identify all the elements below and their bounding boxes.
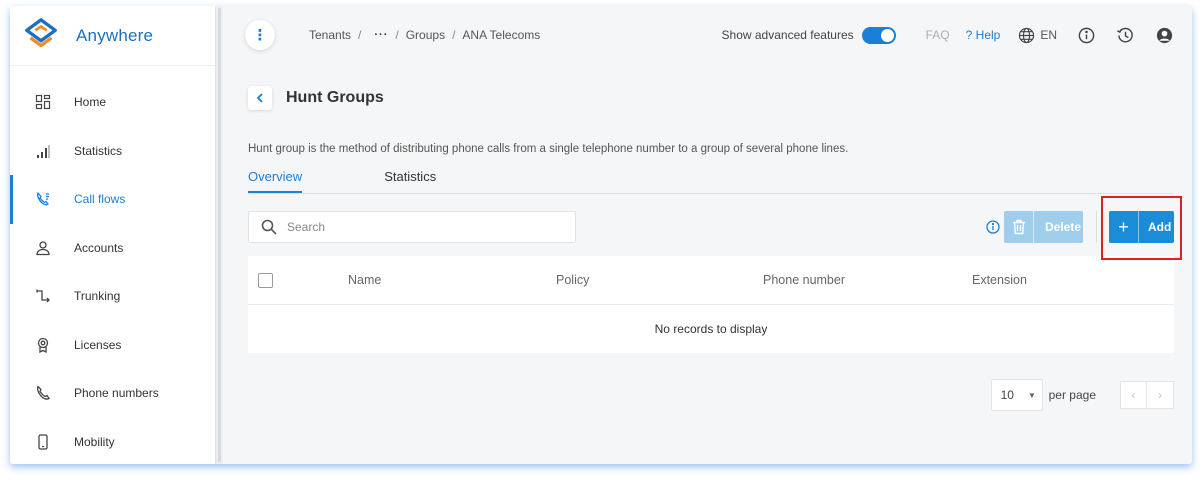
history-icon[interactable] bbox=[1116, 26, 1135, 45]
next-page-button[interactable]: › bbox=[1147, 381, 1174, 409]
help-link[interactable]: ? Help bbox=[966, 28, 1001, 42]
tab-overview[interactable]: Overview bbox=[248, 169, 303, 193]
tab-statistics[interactable]: Statistics bbox=[384, 169, 436, 193]
grid-icon bbox=[34, 93, 52, 111]
page-header: Hunt Groups bbox=[248, 86, 1174, 110]
table-header: Name Policy Phone number Extension bbox=[248, 256, 1174, 305]
sidebar-item-accounts[interactable]: Accounts bbox=[10, 224, 215, 273]
breadcrumb-ellipsis[interactable]: ··· bbox=[374, 29, 388, 41]
sidebar-item-phone-numbers[interactable]: Phone numbers bbox=[10, 369, 215, 418]
info-icon[interactable] bbox=[986, 220, 1000, 234]
breadcrumb-separator: / bbox=[395, 28, 399, 42]
pagination: 10 ▼ per page ‹ › bbox=[990, 379, 1174, 411]
trunk-icon bbox=[34, 287, 52, 305]
search-icon bbox=[261, 219, 277, 235]
call-flow-icon bbox=[34, 190, 52, 208]
sidebar-item-label: Mobility bbox=[74, 434, 115, 449]
faq-link[interactable]: FAQ bbox=[926, 28, 950, 42]
select-all-checkbox[interactable] bbox=[258, 272, 273, 288]
sidebar-scrollbar-thumb[interactable] bbox=[218, 8, 221, 462]
globe-icon bbox=[1019, 27, 1035, 43]
sidebar-item-label: Statistics bbox=[74, 143, 123, 158]
breadcrumb-separator: / bbox=[452, 28, 456, 42]
sidebar: Anywhere Home Statistics Call flows Acco… bbox=[10, 6, 215, 464]
sidebar-nav: Home Statistics Call flows Accounts Trun… bbox=[10, 78, 215, 464]
sidebar-item-label: Licenses bbox=[74, 337, 122, 352]
sidebar-item-label: Call flows bbox=[74, 192, 126, 207]
bar-chart-icon bbox=[34, 142, 52, 160]
tabs: Overview Statistics bbox=[248, 169, 1174, 194]
logo-icon bbox=[25, 17, 57, 47]
page-nav: ‹ › bbox=[1120, 381, 1174, 409]
hunt-groups-table: Name Policy Phone number Extension No re… bbox=[248, 256, 1174, 353]
sidebar-item-label: Accounts bbox=[74, 240, 124, 255]
topbar-actions: Show advanced features FAQ ? Help EN bbox=[722, 6, 1174, 64]
back-button[interactable] bbox=[248, 86, 272, 110]
search-box[interactable] bbox=[248, 211, 576, 243]
main-content: Hunt Groups Hunt group is the method of … bbox=[248, 86, 1182, 411]
brand[interactable]: Anywhere bbox=[10, 6, 215, 66]
page-size-value: 10 bbox=[1000, 388, 1014, 402]
app-window: Anywhere Home Statistics Call flows Acco… bbox=[10, 6, 1192, 464]
info-icon[interactable] bbox=[1077, 26, 1096, 45]
page-description: Hunt group is the method of distributing… bbox=[248, 143, 849, 155]
prev-page-button[interactable]: ‹ bbox=[1120, 381, 1147, 409]
advanced-features-label: Show advanced features bbox=[721, 28, 854, 42]
toolbar: Delete + Add bbox=[248, 196, 1182, 260]
breadcrumb-groups[interactable]: Groups bbox=[406, 28, 445, 42]
delete-button[interactable]: Delete bbox=[1004, 211, 1083, 243]
caret-down-icon: ▼ bbox=[1027, 390, 1036, 400]
breadcrumb-separator: / bbox=[358, 28, 362, 42]
per-page-label: per page bbox=[1048, 388, 1096, 402]
topbar: ⋮ Tenants / ··· / Groups / ANA Telecoms … bbox=[223, 6, 1192, 64]
breadcrumb-current: ANA Telecoms bbox=[462, 28, 541, 42]
add-button-highlight bbox=[1101, 196, 1182, 260]
mobile-icon bbox=[34, 433, 52, 451]
sidebar-item-call-flows[interactable]: Call flows bbox=[10, 175, 215, 224]
breadcrumb-tenants[interactable]: Tenants bbox=[309, 28, 351, 42]
column-header-name[interactable]: Name bbox=[348, 273, 381, 287]
sidebar-scrollbar[interactable] bbox=[215, 6, 223, 464]
column-header-extension[interactable]: Extension bbox=[972, 273, 1027, 287]
advanced-features-toggle[interactable] bbox=[861, 26, 896, 44]
user-icon bbox=[34, 239, 52, 257]
account-icon[interactable] bbox=[1155, 26, 1174, 45]
sidebar-item-label: Home bbox=[74, 95, 107, 110]
sidebar-item-label: Phone numbers bbox=[74, 386, 159, 401]
sidebar-item-label: Trunking bbox=[74, 289, 121, 304]
more-menu-button[interactable]: ⋮ bbox=[245, 20, 275, 50]
language-code: EN bbox=[1040, 28, 1057, 42]
page-size-select[interactable]: 10 ▼ bbox=[990, 379, 1043, 411]
sidebar-item-statistics[interactable]: Statistics bbox=[10, 127, 215, 176]
empty-state: No records to display bbox=[654, 322, 768, 336]
brand-name: Anywhere bbox=[76, 25, 154, 45]
language-selector[interactable]: EN bbox=[1018, 27, 1057, 44]
page-title: Hunt Groups bbox=[286, 89, 384, 106]
chevron-left-icon bbox=[256, 93, 263, 103]
breadcrumb: Tenants / ··· / Groups / ANA Telecoms bbox=[309, 28, 540, 42]
sidebar-item-home[interactable]: Home bbox=[10, 78, 215, 127]
column-header-policy[interactable]: Policy bbox=[556, 273, 589, 287]
search-input[interactable] bbox=[287, 220, 557, 234]
sidebar-item-mobility[interactable]: Mobility bbox=[10, 418, 215, 465]
sidebar-item-trunking[interactable]: Trunking bbox=[10, 272, 215, 321]
column-header-phone-number[interactable]: Phone number bbox=[763, 273, 845, 287]
toolbar-divider bbox=[1096, 211, 1097, 243]
phone-icon bbox=[34, 384, 52, 402]
license-icon bbox=[34, 336, 52, 354]
sidebar-item-licenses[interactable]: Licenses bbox=[10, 321, 215, 370]
delete-button-label: Delete bbox=[1045, 220, 1082, 234]
trash-icon bbox=[1004, 211, 1034, 243]
